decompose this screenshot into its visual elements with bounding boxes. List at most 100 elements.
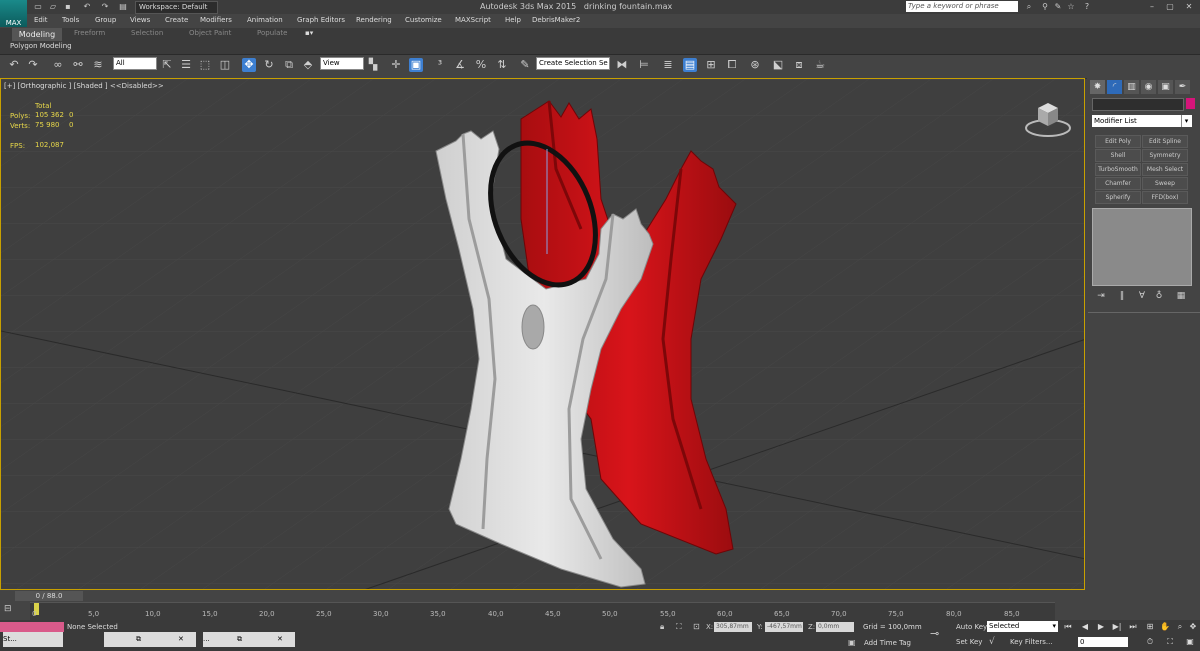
select-object-icon[interactable]: ⇱ bbox=[160, 58, 174, 72]
save-icon[interactable]: ▪ bbox=[63, 2, 73, 11]
select-move-icon[interactable]: ✥ bbox=[242, 58, 256, 72]
viewport-label-menu[interactable]: [+] [Orthographic ] [Shaded ] <<Disabled… bbox=[4, 82, 164, 90]
infocenter-icon[interactable]: ⚲ bbox=[1040, 1, 1050, 12]
next-frame-icon[interactable]: ▶| bbox=[1112, 622, 1122, 632]
select-scale-icon[interactable]: ⧉ bbox=[282, 58, 296, 72]
shell-button[interactable]: Shell bbox=[1095, 149, 1141, 162]
time-config-icon[interactable]: ⏱ bbox=[1145, 637, 1155, 647]
open-file-icon[interactable]: ▱ bbox=[48, 2, 58, 11]
key-mode-dropdown[interactable]: Selected ▾ bbox=[987, 621, 1058, 632]
close-icon[interactable]: ✕ bbox=[178, 632, 184, 647]
help-search-input[interactable]: Type a keyword or phrase bbox=[906, 1, 1018, 12]
time-slider-box[interactable]: 0 / 88.0 bbox=[15, 591, 83, 601]
pin-stack-icon[interactable]: ⇥ bbox=[1095, 291, 1107, 302]
y-coordinate-field[interactable]: -467,57mm bbox=[765, 622, 803, 632]
menu-animation[interactable]: Animation bbox=[247, 16, 283, 24]
zoom-extents-icon[interactable]: ⛶ bbox=[1165, 637, 1175, 647]
pivot-center-icon[interactable]: ▚ bbox=[366, 58, 380, 72]
window-crossing-icon[interactable]: ◫ bbox=[218, 58, 232, 72]
snaps-toggle-icon[interactable]: ³ bbox=[433, 58, 447, 72]
mirror-icon[interactable]: ⧓ bbox=[615, 58, 629, 72]
help-icon[interactable]: ? bbox=[1082, 1, 1092, 12]
toggle-layer-explorer-icon[interactable]: ▤ bbox=[683, 58, 697, 72]
spherify-button[interactable]: Spherify bbox=[1095, 191, 1141, 204]
edit-poly-button[interactable]: Edit Poly bbox=[1095, 135, 1141, 148]
display-tab-icon[interactable]: ▣ bbox=[1158, 80, 1173, 94]
go-to-end-icon[interactable]: ⏭ bbox=[1128, 622, 1138, 632]
named-selection-sets-dropdown[interactable]: Create Selection Se bbox=[536, 57, 610, 70]
current-frame-field[interactable]: 0 bbox=[1078, 637, 1128, 647]
utilities-tab-icon[interactable]: ✒ bbox=[1175, 80, 1190, 94]
key-filters-button[interactable]: Key Filters... bbox=[1010, 638, 1053, 646]
menu-modifiers[interactable]: Modifiers bbox=[200, 16, 232, 24]
time-tag-icon[interactable]: ▣ bbox=[848, 638, 856, 647]
angle-snap-icon[interactable]: ∡ bbox=[453, 58, 467, 72]
project-folder-icon[interactable]: ▤ bbox=[118, 2, 128, 11]
percent-snap-icon[interactable]: % bbox=[474, 58, 488, 72]
previous-frame-icon[interactable]: ◀ bbox=[1080, 622, 1090, 632]
maximize-viewport-icon[interactable]: ▣ bbox=[1185, 637, 1195, 647]
curve-editor-icon[interactable]: ⧠ bbox=[725, 58, 739, 72]
hierarchy-tab-icon[interactable]: ▥ bbox=[1124, 80, 1139, 94]
new-file-icon[interactable]: ▭ bbox=[33, 2, 43, 11]
sweep-button[interactable]: Sweep bbox=[1142, 177, 1188, 190]
taskbar-item-2[interactable]: ⧉ ✕ bbox=[104, 632, 196, 647]
menu-group[interactable]: Group bbox=[95, 16, 116, 24]
search-icon[interactable]: ⌕ bbox=[1024, 1, 1034, 12]
schematic-view-icon[interactable]: ⊛ bbox=[748, 58, 762, 72]
perspective-viewport[interactable] bbox=[0, 78, 1085, 590]
taskbar-item-1[interactable]: St... bbox=[3, 632, 63, 647]
go-to-start-icon[interactable]: ⏮ bbox=[1063, 622, 1073, 632]
isolate-selection-icon[interactable]: ⛶ bbox=[676, 622, 682, 632]
menu-graph-editors[interactable]: Graph Editors bbox=[297, 16, 345, 24]
keyboard-shortcut-override-icon[interactable]: ▣ bbox=[409, 58, 423, 72]
undo-icon[interactable]: ↶ bbox=[82, 2, 92, 11]
make-unique-icon[interactable]: ∀ bbox=[1136, 291, 1148, 302]
undo-icon[interactable]: ↶ bbox=[7, 58, 21, 72]
object-color-swatch[interactable] bbox=[1186, 98, 1195, 109]
modifier-stack[interactable] bbox=[1092, 208, 1192, 286]
redo-icon[interactable]: ↷ bbox=[100, 2, 110, 11]
configure-modifier-sets-icon[interactable]: ▦ bbox=[1175, 291, 1187, 302]
bind-space-warp-icon[interactable]: ≋ bbox=[91, 58, 105, 72]
restore-icon[interactable]: ⧉ bbox=[237, 632, 242, 647]
rect-selection-icon[interactable]: ⬚ bbox=[198, 58, 212, 72]
select-manipulate-icon[interactable]: ✛ bbox=[389, 58, 403, 72]
pan-icon[interactable]: ✋ bbox=[1160, 622, 1170, 632]
favorites-icon[interactable]: ☆ bbox=[1066, 1, 1076, 12]
add-time-tag-button[interactable]: Add Time Tag bbox=[864, 639, 911, 647]
x-coordinate-field[interactable]: 305,87mm bbox=[714, 622, 752, 632]
align-icon[interactable]: ⊨ bbox=[637, 58, 651, 72]
application-menu-button[interactable]: MAX bbox=[0, 0, 27, 27]
menu-maxscript[interactable]: MAXScript bbox=[455, 16, 491, 24]
select-link-icon[interactable]: ∞ bbox=[51, 58, 65, 72]
toggle-scene-explorer-icon[interactable]: ≣ bbox=[661, 58, 675, 72]
select-rotate-icon[interactable]: ↻ bbox=[262, 58, 276, 72]
menu-create[interactable]: Create bbox=[165, 16, 188, 24]
turbosmooth-button[interactable]: TurboSmooth bbox=[1095, 163, 1141, 176]
minimize-icon[interactable]: – bbox=[1147, 1, 1157, 12]
polygon-modeling-label[interactable]: Polygon Modeling bbox=[10, 42, 72, 50]
reference-coordinate-dropdown[interactable]: View bbox=[320, 57, 364, 70]
key-tangent-icon[interactable]: √ bbox=[989, 637, 995, 647]
selection-filter-dropdown[interactable]: All bbox=[113, 57, 157, 70]
set-key-button[interactable]: Set Key bbox=[956, 638, 982, 646]
spinner-snap-icon[interactable]: ⇅ bbox=[495, 58, 509, 72]
menu-edit[interactable]: Edit bbox=[34, 16, 48, 24]
z-coordinate-field[interactable]: 0,0mm bbox=[816, 622, 854, 632]
edit-named-selection-icon[interactable]: ✎ bbox=[518, 58, 532, 72]
symmetry-button[interactable]: Symmetry bbox=[1142, 149, 1188, 162]
mini-curve-editor-icon[interactable]: ⊟ bbox=[4, 604, 12, 614]
menu-help[interactable]: Help bbox=[505, 16, 521, 24]
tab-freeform[interactable]: Freeform bbox=[74, 29, 105, 37]
menu-views[interactable]: Views bbox=[130, 16, 150, 24]
material-editor-icon[interactable]: ⬕ bbox=[771, 58, 785, 72]
lock-selection-icon[interactable]: 🔒︎ bbox=[660, 622, 664, 632]
key-icon[interactable]: ⊸ bbox=[930, 627, 939, 640]
workspace-dropdown[interactable]: Workspace: Default bbox=[135, 1, 218, 14]
place-icon[interactable]: ⬘ bbox=[301, 58, 315, 72]
unlink-icon[interactable]: ⚯ bbox=[71, 58, 85, 72]
tab-selection[interactable]: Selection bbox=[131, 29, 163, 37]
maximize-icon[interactable]: ▢ bbox=[1165, 1, 1175, 12]
taskbar-item-3[interactable]: ... ⧉ ✕ bbox=[203, 632, 295, 647]
